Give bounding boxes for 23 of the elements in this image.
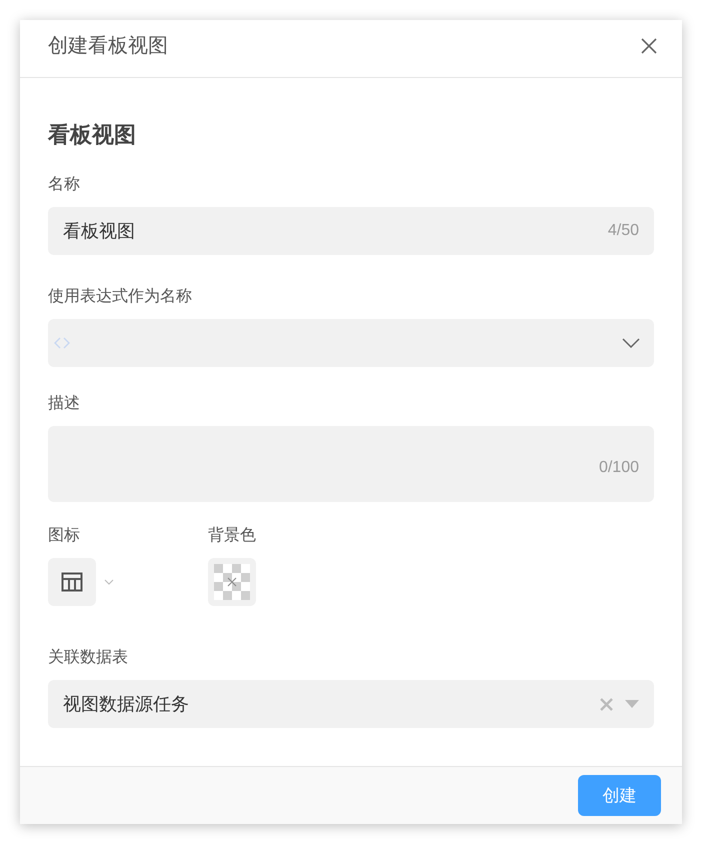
chevron-down-icon xyxy=(622,338,640,348)
table-select[interactable]: 视图数据源任务 xyxy=(48,680,654,728)
clear-icon[interactable] xyxy=(600,698,613,710)
field-label: 名称 xyxy=(48,176,80,193)
character-counter: 0/100 xyxy=(598,458,639,478)
field-label: 图标 xyxy=(48,527,80,544)
code-icon xyxy=(53,336,71,350)
name-input[interactable]: 看板视图 4/50 xyxy=(48,207,654,255)
expression-select[interactable] xyxy=(48,319,654,367)
transparent-swatch-icon xyxy=(214,564,250,600)
caret-down-icon xyxy=(625,700,639,708)
field-label: 描述 xyxy=(48,395,80,412)
color-picker[interactable] xyxy=(208,558,256,606)
table-icon xyxy=(61,572,83,592)
field-label: 背景色 xyxy=(208,527,256,544)
icon-picker[interactable] xyxy=(48,558,96,606)
close-icon[interactable] xyxy=(640,36,658,54)
chevron-down-icon xyxy=(104,579,114,585)
dialog-title: 创建看板视图 xyxy=(48,34,168,58)
field-label: 使用表达式作为名称 xyxy=(48,288,192,305)
section-title: 看板视图 xyxy=(48,122,136,147)
field-label: 关联数据表 xyxy=(48,649,128,666)
character-counter: 4/50 xyxy=(608,221,639,241)
